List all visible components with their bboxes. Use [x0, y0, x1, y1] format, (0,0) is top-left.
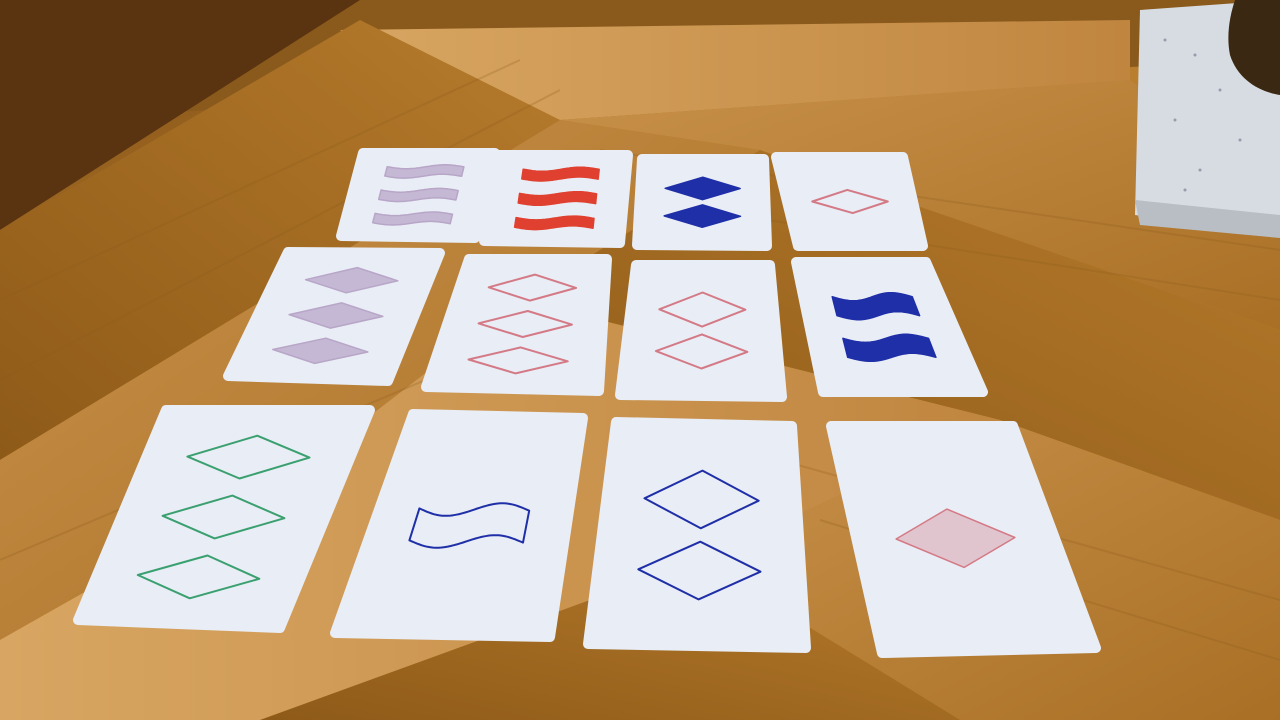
set-card-r3c3[interactable]: [583, 417, 811, 653]
set-card-r1c3[interactable]: [632, 154, 772, 251]
set-card-r1c2[interactable]: [479, 150, 633, 248]
card-face: [632, 154, 772, 251]
game-table: [0, 0, 1280, 720]
set-card-r1c1[interactable]: [336, 148, 500, 243]
card-face: [583, 417, 811, 653]
card-face: [771, 152, 928, 251]
set-card-r1c4[interactable]: [771, 152, 928, 251]
set-card-r2c3[interactable]: [615, 260, 787, 402]
card-face: [615, 260, 787, 402]
